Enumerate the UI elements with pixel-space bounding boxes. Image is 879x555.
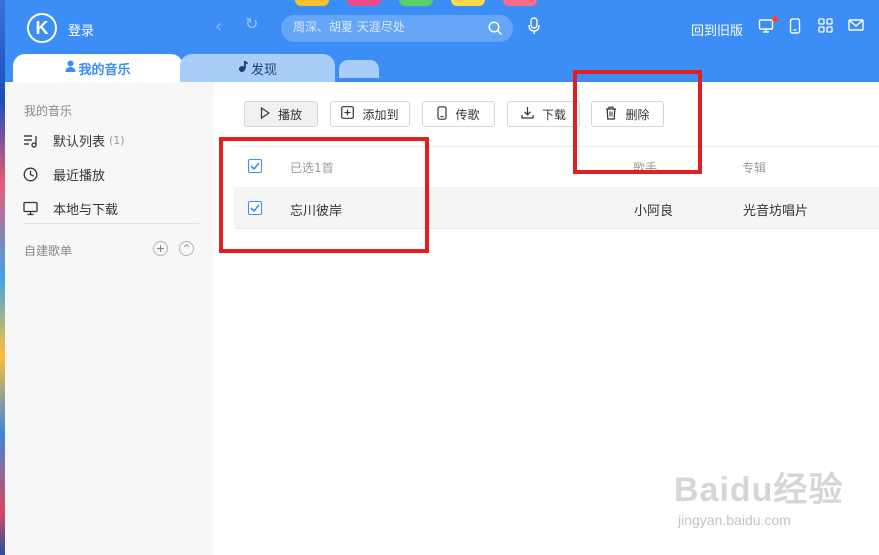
sidebar-section-title: 我的音乐 xyxy=(24,104,73,118)
notification-dot xyxy=(772,16,778,22)
desktop-icons-peek xyxy=(295,0,555,6)
clock-icon xyxy=(23,167,43,182)
transfer-song-button-label: 传歌 xyxy=(455,107,480,122)
voice-search-icon[interactable] xyxy=(527,17,541,39)
baidu-watermark: Baidu经验 jingyan.baidu.com xyxy=(672,462,872,542)
song-singer[interactable]: 小阿良 xyxy=(634,200,673,219)
sidebar-item-recent-play[interactable]: 最近播放 xyxy=(23,165,105,184)
download-button-label: 下载 xyxy=(541,107,566,122)
column-header-album[interactable]: 专辑 xyxy=(742,159,766,176)
plus-box-icon xyxy=(341,106,355,122)
sidebar-item-default-list[interactable]: 默认列表 (1) xyxy=(23,131,125,150)
tab-label: 我的音乐 xyxy=(78,62,131,78)
sidebar-item-label: 本地与下载 xyxy=(53,203,119,218)
tab-my-music[interactable]: 我的音乐 xyxy=(13,54,183,82)
monitor-icon xyxy=(23,201,43,216)
search-input[interactable] xyxy=(293,20,483,34)
phone-icon[interactable] xyxy=(788,18,802,38)
add-to-button[interactable]: 添加到 xyxy=(330,101,410,127)
monitor-icon[interactable] xyxy=(758,18,774,38)
custom-playlist-title: 自建歌单 xyxy=(24,244,73,258)
tab-extra[interactable] xyxy=(339,60,379,78)
play-icon xyxy=(260,106,271,122)
watermark-main: Baidu经验 xyxy=(674,471,844,509)
sidebar-item-label: 最近播放 xyxy=(53,169,106,184)
play-button-label: 播放 xyxy=(277,107,302,122)
download-button[interactable]: 下载 xyxy=(507,101,580,127)
search-box[interactable] xyxy=(281,15,513,42)
mail-icon[interactable] xyxy=(848,18,864,36)
transfer-song-button[interactable]: 传歌 xyxy=(422,101,495,127)
sidebar: 我的音乐 默认列表 (1) 最近播放 本地与下载 自建歌单 + ^ xyxy=(5,82,214,555)
back-to-old-version-link[interactable]: 回到旧版 xyxy=(691,20,743,39)
add-playlist-button[interactable]: + xyxy=(153,241,168,256)
sidebar-item-local-download[interactable]: 本地与下载 xyxy=(23,199,118,218)
play-button[interactable]: 播放 xyxy=(244,101,318,127)
tab-label: 发现 xyxy=(250,62,277,78)
collapse-playlist-button[interactable]: ^ xyxy=(179,241,194,256)
phone-icon xyxy=(437,105,448,123)
search-icon[interactable] xyxy=(488,21,503,40)
back-arrow-icon[interactable]: ‹ xyxy=(215,16,222,37)
playlist-icon xyxy=(23,134,43,148)
add-to-button-label: 添加到 xyxy=(362,107,399,122)
tab-discover[interactable]: 发现 xyxy=(180,54,335,82)
download-icon xyxy=(521,106,534,122)
song-album[interactable]: 光音坊唱片 xyxy=(743,200,808,219)
apps-grid-icon[interactable] xyxy=(818,18,833,37)
watermark-sub: jingyan.baidu.com xyxy=(678,512,791,528)
login-link[interactable]: 登录 xyxy=(68,20,94,39)
sidebar-divider xyxy=(24,223,199,224)
person-icon xyxy=(65,60,76,76)
annotation-box-delete xyxy=(573,70,702,174)
music-note-icon xyxy=(238,60,249,76)
sidebar-item-count: (1) xyxy=(109,134,125,147)
annotation-box-selected-song xyxy=(219,137,429,253)
sidebar-item-label: 默认列表 xyxy=(53,135,106,150)
app-logo[interactable]: K xyxy=(27,13,57,43)
refresh-icon[interactable]: ↻ xyxy=(245,14,258,33)
